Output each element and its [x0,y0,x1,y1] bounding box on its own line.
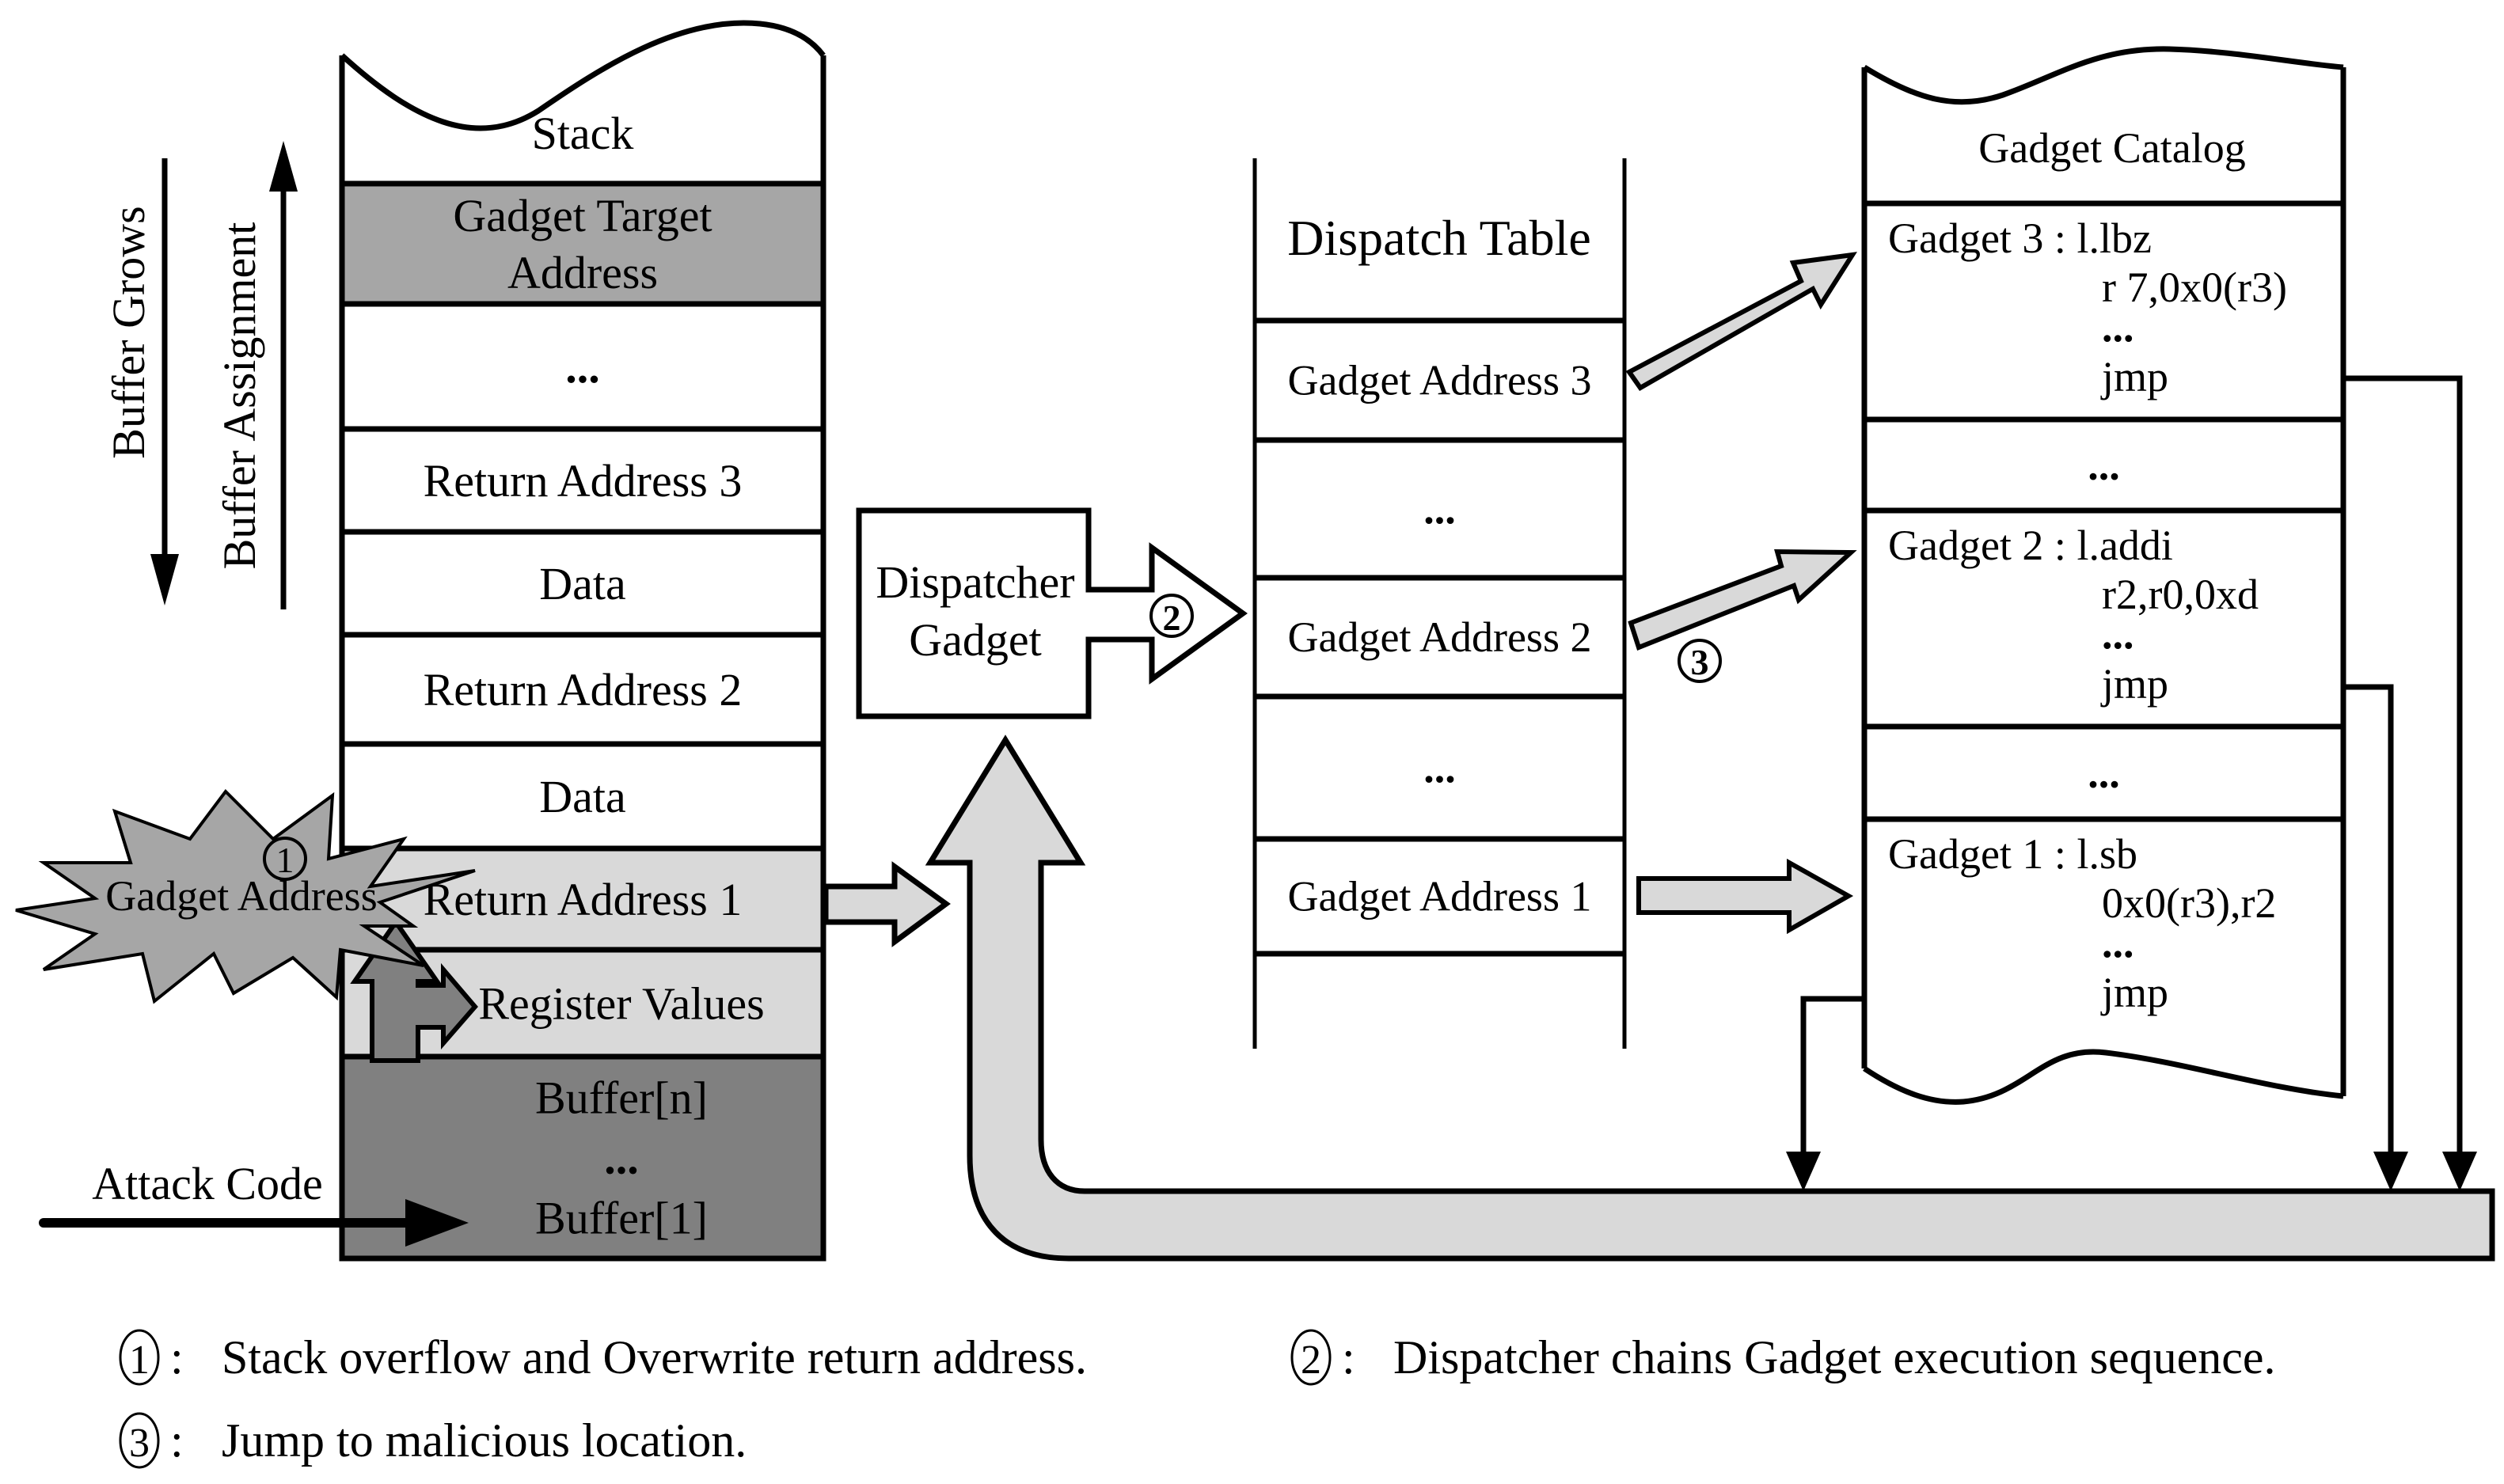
gadget-catalog: Gadget Catalog Gadget 3 : l.lbzr 7,0x0(r… [1861,46,2346,1105]
gadget-instruction: ... [2102,919,2134,966]
stack-row-label: Buffer[n] [535,1072,708,1124]
catalog-wavy-bottom [1863,1049,2344,1105]
catalog-gap: ... [2088,442,2120,489]
step3-number: 3 [1691,642,1709,682]
legend-mark: 2 [1301,1338,1321,1383]
stack-row-label: Register Values [478,978,764,1030]
dispatcher-shape [856,507,1248,719]
stack-rows: Gadget Target Address... Return Address 3 D… [339,180,826,1262]
buffer-grows-label: Buffer Grows [103,206,154,458]
gadget1-jmp-line [1800,996,1862,1152]
gadget-header: Gadget 1 : l.sb [1888,830,2137,878]
dispatch-oriented-attack-diagram: Buffer Grows Buffer Assignment Stack Gad… [15,20,2495,1469]
burst-label: Gadget Address [105,872,377,920]
legend: 1: Stack overflow and Overwrite return ad… [119,1329,2276,1469]
dispatch-table-ellipsis: ... [1423,485,1456,533]
gadget3-jmp-arrowhead-icon [2442,1152,2477,1191]
attack-code-label: Attack Code [92,1158,323,1209]
step3-badge: 3 [1678,639,1722,683]
legend-item: 2: Dispatcher chains Gadget execution seq… [1290,1329,2276,1386]
legend-colon: : [1342,1331,1355,1383]
stack-row-label: Buffer[1] [535,1193,708,1244]
legend-item: 3: Jump to malicious location. [119,1412,747,1469]
buffer-grows-indicator: Buffer Grows [103,158,179,605]
gadget2-jmp-line [2346,684,2394,1152]
gadget2-jmp-arrowhead-icon [2373,1152,2408,1191]
catalog-wavy-top [1863,46,2344,105]
jump-arrow-gadget1-icon [1636,858,1854,935]
stack-row-label: Gadget Target [453,190,712,241]
dispatcher-line-1: Dispatcher [876,556,1074,608]
legend-text: Jump to malicious location. [222,1414,747,1467]
dispatch-table-ellipsis: ... [1423,744,1456,791]
dispatch-table-entry: Gadget Address 1 [1288,873,1592,920]
stack: Stack Gadget Target Address... Return Addr… [339,20,826,1262]
catalog-gadget-entry: Gadget 3 : l.lbzr 7,0x0(r3)...jmp [1888,214,2287,400]
stack-row-label: Data [539,771,626,822]
legend-text: Stack overflow and Overwrite return addr… [222,1331,1087,1383]
catalog-ellipsis: ... [2088,442,2120,489]
up-arrow-icon [269,141,298,192]
stack-row: Return Address 2 [339,632,826,747]
stack-row-label: Address [507,247,658,298]
gadget-instruction: jmp [2100,353,2168,400]
catalog-gap: ... [2088,750,2120,797]
dispatch-table-entry: Gadget Address 3 [1288,357,1592,404]
dispatch-table-title: Dispatch Table [1287,210,1591,266]
gadget-instruction: jmp [2100,660,2168,708]
gadget-instruction: ... [2102,303,2134,351]
stack-row: Data [339,741,826,852]
legend-mark: 1 [129,1338,150,1383]
jmp-return-lines [1786,375,2477,1191]
stack-row-label: Data [539,558,626,609]
dispatcher-gadget: Dispatcher Gadget 2 [856,507,1248,719]
catalog-gadget-entry: Gadget 1 : l.sb0x0(r3),r2...jmp [1888,830,2276,1016]
gadget-instruction: jmp [2100,969,2168,1016]
jump-arrow-gadget3-icon [1625,252,1857,391]
legend-item: 1: Stack overflow and Overwrite return ad… [119,1329,1087,1386]
stack-row: Gadget Target Address [339,180,826,307]
gadget3-jmp-line [2346,375,2463,1152]
stack-row-label: Return Address 2 [424,664,743,715]
step2-number: 2 [1163,598,1181,638]
legend-colon: : [170,1414,184,1467]
stack-title: Stack [532,108,634,159]
gadget-catalog-title: Gadget Catalog [1978,124,2245,172]
jump-arrow-gadget2-icon [1628,548,1857,651]
dispatch-table-entry: Gadget Address 2 [1288,613,1592,661]
legend-text: Dispatcher chains Gadget execution seque… [1393,1331,2276,1383]
stack-row-label: Return Address 1 [424,874,743,925]
stack-row-label: Return Address 3 [424,455,743,507]
catalog-ellipsis: ... [2088,750,2120,797]
buffer-assignment-label: Buffer Assignment [214,222,265,570]
stack-row-label: ... [604,1133,639,1184]
dispatch-table-rows: Gadget Address 3... Gadget Address 2... Ga… [1255,317,1624,957]
stack-row: Return Address 1 [339,845,826,953]
gadget-instruction: ... [2102,610,2134,658]
down-arrow-icon [150,554,179,605]
return-to-dispatcher-arrow-icon [823,861,951,947]
gadget1-jmp-arrowhead-icon [1786,1152,1821,1191]
gadget-header: Gadget 2 : l.addi [1888,522,2173,569]
buffer-assignment-indicator: Buffer Assignment [214,141,298,609]
stack-row-label: ... [565,341,600,393]
gadget-header: Gadget 3 : l.lbz [1888,214,2152,262]
stack-row: Return Address 3 [339,426,826,535]
stack-row: Data [339,529,826,638]
dispatcher-line-2: Gadget [909,614,1042,666]
legend-mark: 3 [129,1421,150,1466]
gadget-catalog-sections: Gadget 3 : l.lbzr 7,0x0(r3)...jmp...Gadg… [1864,200,2343,1016]
stack-row: ... [339,301,826,432]
legend-colon: : [170,1331,184,1383]
catalog-gadget-entry: Gadget 2 : l.addir2,r0,0xd...jmp [1888,522,2259,708]
dispatch-table: Dispatch Table Gadget Address 3...Gadget… [1252,158,1627,1049]
